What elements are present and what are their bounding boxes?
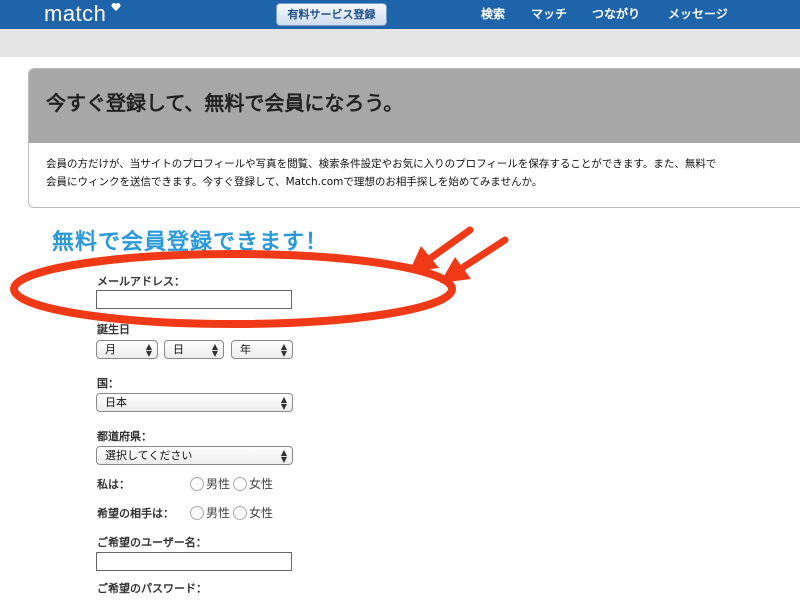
- select-arrows-icon: ▲ ▼: [211, 342, 218, 358]
- birthday-label: 誕生日: [97, 323, 130, 336]
- gender-male-label: 男性: [206, 477, 231, 491]
- intro-text-line: 会員にウィンクを送信できます。今すぐ登録して、Match.comで理想のお相手探…: [46, 176, 543, 188]
- arrow-icon: [440, 236, 509, 283]
- select-arrows-icon: ▲ ▼: [280, 395, 287, 411]
- signup-heading: 無料で会員登録できます！: [52, 230, 329, 255]
- seeking-radio-group: 男性 女性: [190, 504, 276, 521]
- select-arrows-icon: ▲ ▼: [280, 448, 287, 464]
- seeking-female-label: 女性: [249, 506, 274, 520]
- intro-text: 会員の方だけが、当サイトのプロフィールや写真を閲覧、検索条件設定やお気に入りのプ…: [46, 155, 800, 191]
- username-label: ご希望のユーザー名：: [97, 536, 207, 549]
- country-select[interactable]: 日本 ▲ ▼: [96, 393, 293, 412]
- subscribe-button[interactable]: 有料サービス登録: [276, 3, 387, 26]
- password-label: ご希望のパスワード：: [97, 582, 207, 595]
- match-logo[interactable]: match: [44, 0, 106, 28]
- seeking-male-radio[interactable]: [190, 505, 204, 520]
- nav-connections[interactable]: つながり: [592, 0, 640, 29]
- select-arrows-icon: ▲ ▼: [145, 342, 152, 358]
- country-value: 日本: [105, 396, 127, 409]
- intro-panel: 今すぐ登録して、無料で会員になろう。 会員の方だけが、当サイトのプロフィールや写…: [28, 68, 800, 208]
- nav-matches[interactable]: マッチ: [531, 0, 567, 29]
- seeking-male-label: 男性: [206, 506, 231, 520]
- prefecture-label: 都道府県：: [97, 430, 152, 443]
- seeking-label: 希望の相手は：: [97, 507, 174, 520]
- heart-icon: [111, 3, 121, 11]
- select-arrows-icon: ▲ ▼: [280, 342, 287, 358]
- birth-day-value: 日: [173, 343, 184, 356]
- nav-search[interactable]: 検索: [481, 0, 505, 29]
- gender-female-radio[interactable]: [233, 476, 248, 491]
- subheader-bar: [0, 29, 800, 57]
- email-field[interactable]: [96, 290, 292, 309]
- birth-year-select[interactable]: 年 ▲ ▼: [231, 340, 293, 359]
- gender-female-label: 女性: [249, 477, 274, 491]
- gender-male-radio[interactable]: [190, 476, 204, 491]
- country-label: 国：: [97, 377, 119, 390]
- intro-panel-header: 今すぐ登録して、無料で会員になろう。: [29, 69, 800, 143]
- birth-year-value: 年: [240, 343, 251, 356]
- birth-month-value: 月: [105, 343, 116, 356]
- arrow-icon: [409, 226, 474, 272]
- birth-month-select[interactable]: 月 ▲ ▼: [96, 340, 158, 359]
- page-title: 今すぐ登録して、無料で会員になろう。: [46, 91, 404, 115]
- highlight-ellipse: [10, 250, 456, 328]
- seeking-female-radio[interactable]: [233, 505, 248, 520]
- gender-radio-group: 男性 女性: [190, 475, 276, 492]
- username-field[interactable]: [96, 552, 292, 571]
- birth-day-select[interactable]: 日 ▲ ▼: [164, 340, 224, 359]
- prefecture-select[interactable]: 選択してください ▲ ▼: [96, 446, 293, 465]
- gender-label: 私は：: [97, 478, 130, 491]
- intro-text-line: 会員の方だけが、当サイトのプロフィールや写真を閲覧、検索条件設定やお気に入りのプ…: [46, 158, 717, 170]
- nav-messages[interactable]: メッセージ: [668, 0, 728, 29]
- email-label: メールアドレス：: [97, 275, 185, 288]
- top-navigation-bar: match 有料サービス登録 検索 マッチ つながり メッセージ: [0, 0, 800, 29]
- prefecture-value: 選択してください: [105, 449, 193, 462]
